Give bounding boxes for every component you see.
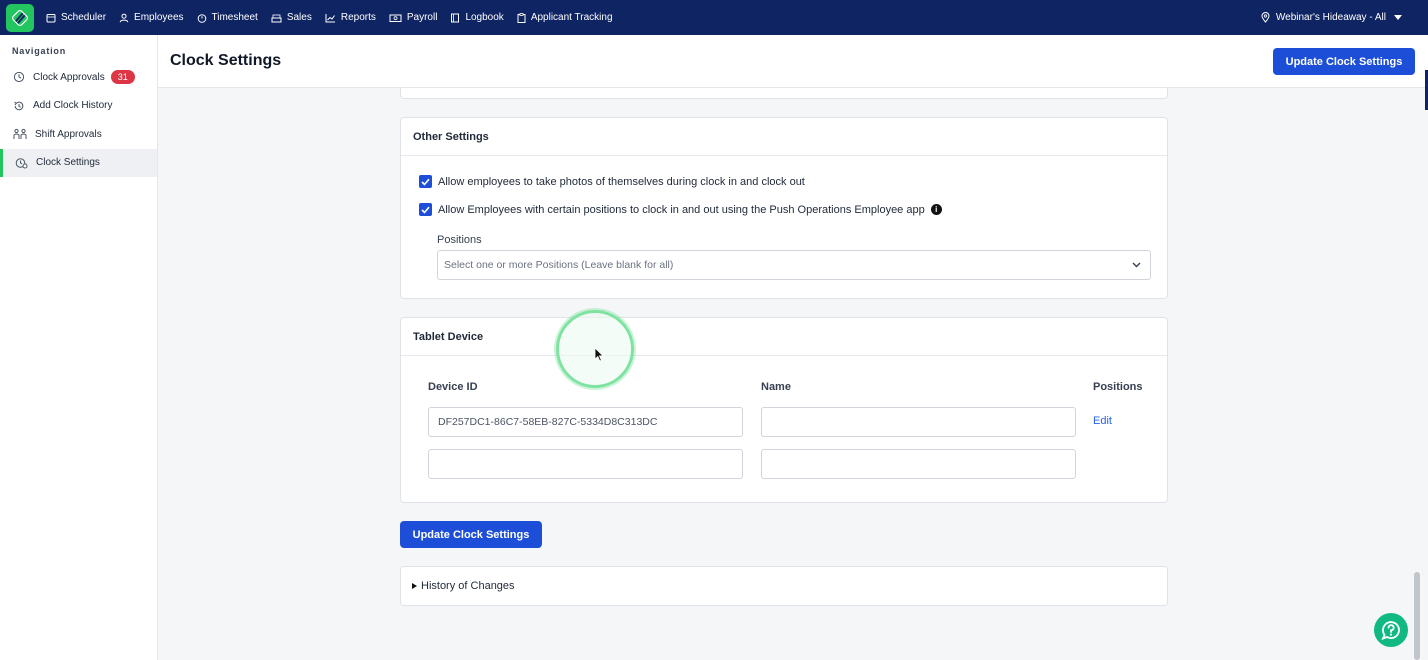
- mouse-cursor-icon: [594, 347, 604, 362]
- nav-applicant-tracking[interactable]: Applicant Tracking: [517, 12, 613, 23]
- swap-people-icon: [13, 129, 27, 140]
- sidebar-item-label: Shift Approvals: [35, 128, 102, 140]
- checkmark-icon: [421, 178, 430, 186]
- clipboard-icon: [517, 12, 526, 23]
- location-selector[interactable]: Webinar's Hideaway - All: [1261, 0, 1402, 35]
- nav-employees[interactable]: Employees: [119, 12, 184, 23]
- book-icon: [451, 13, 460, 22]
- app-logo[interactable]: [6, 3, 34, 32]
- sidebar-item-label: Add Clock History: [33, 100, 113, 112]
- nav-applicant-tracking-label: Applicant Tracking: [530, 12, 613, 23]
- nav-payroll-label: Payroll: [406, 12, 438, 23]
- device-name-input[interactable]: [761, 449, 1076, 479]
- device-id-input[interactable]: DF257DC1-86C7-58EB-827C-5334D8C313DC: [428, 407, 743, 437]
- stopwatch-icon: [197, 13, 206, 23]
- money-stack-icon: [271, 14, 282, 22]
- chart-line-icon: [325, 13, 335, 22]
- history-of-changes-toggle[interactable]: History of Changes: [400, 566, 1168, 606]
- page-header: Clock Settings Update Clock Settings: [158, 35, 1428, 88]
- page-title: Clock Settings: [170, 52, 282, 69]
- update-clock-settings-button-bottom[interactable]: Update Clock Settings: [400, 521, 542, 548]
- tablet-device-card: Tablet Device Device ID Name Positions D…: [400, 317, 1168, 503]
- checkmark-icon: [421, 206, 430, 214]
- name-column-header: Name: [761, 381, 791, 393]
- sidebar: Navigation Clock Approvals 31 Add Clock …: [0, 35, 158, 660]
- positions-select-placeholder: Select one or more Positions (Leave blan…: [444, 259, 674, 271]
- positions-column-header: Positions: [1093, 381, 1143, 393]
- device-name-input[interactable]: [761, 407, 1076, 437]
- positions-checkbox[interactable]: [419, 203, 432, 216]
- nav-sales-label: Sales: [286, 12, 312, 23]
- nav-logbook-label: Logbook: [465, 12, 504, 23]
- nav-scheduler[interactable]: Scheduler: [46, 12, 106, 23]
- history-icon: [14, 101, 24, 110]
- cash-icon: [389, 14, 402, 22]
- positions-label: Positions: [437, 234, 482, 246]
- clock-settings-icon: [15, 157, 28, 169]
- disclosure-triangle-icon: [412, 583, 417, 589]
- device-id-input[interactable]: [428, 449, 743, 479]
- approvals-count-badge: 31: [110, 70, 135, 85]
- tablet-device-title: Tablet Device: [401, 318, 1167, 356]
- help-chat-button[interactable]: [1374, 613, 1408, 647]
- edit-positions-link[interactable]: Edit: [1093, 415, 1112, 427]
- photos-checkbox[interactable]: [419, 175, 432, 188]
- positions-select[interactable]: Select one or more Positions (Leave blan…: [437, 250, 1151, 280]
- top-navigation-bar: Scheduler Employees Timesheet Sales Repo…: [0, 0, 1428, 35]
- previous-settings-card: [400, 88, 1168, 99]
- sidebar-item-shift-approvals[interactable]: Shift Approvals: [0, 120, 157, 149]
- map-pin-icon: [1261, 12, 1270, 23]
- history-of-changes-label: History of Changes: [421, 580, 515, 592]
- nav-sales[interactable]: Sales: [271, 12, 312, 23]
- chevron-down-icon: [1394, 15, 1402, 20]
- question-icon: [1381, 621, 1400, 641]
- location-label: Webinar's Hideaway - All: [1275, 12, 1386, 23]
- photos-checkbox-label: Allow employees to take photos of themse…: [438, 175, 805, 188]
- info-icon[interactable]: i: [930, 204, 942, 215]
- sidebar-item-label: Clock Settings: [36, 157, 100, 169]
- sidebar-heading: Navigation: [12, 46, 67, 56]
- user-icon: [119, 13, 129, 22]
- calendar-icon: [46, 13, 56, 22]
- nav-scheduler-label: Scheduler: [61, 12, 107, 23]
- sidebar-item-clock-approvals[interactable]: Clock Approvals 31: [0, 63, 157, 92]
- nav-reports[interactable]: Reports: [325, 12, 376, 23]
- sidebar-item-add-clock-history[interactable]: Add Clock History: [0, 92, 157, 121]
- nav-payroll[interactable]: Payroll: [389, 12, 438, 23]
- nav-employees-label: Employees: [134, 12, 184, 23]
- positions-checkbox-row: Allow Employees with certain positions t…: [419, 203, 942, 216]
- photos-checkbox-row: Allow employees to take photos of themse…: [419, 175, 805, 188]
- chevron-down-icon: [1132, 262, 1141, 268]
- nav-logbook[interactable]: Logbook: [450, 12, 504, 23]
- scrollbar-thumb[interactable]: [1414, 572, 1420, 660]
- other-settings-title: Other Settings: [401, 118, 1167, 156]
- device-id-column-header: Device ID: [428, 381, 478, 393]
- nav-reports-label: Reports: [340, 12, 376, 23]
- positions-checkbox-label: Allow Employees with certain positions t…: [438, 203, 925, 216]
- nav-timesheet[interactable]: Timesheet: [197, 12, 258, 23]
- other-settings-card: Other Settings Allow employees to take p…: [400, 117, 1168, 299]
- sidebar-item-clock-settings[interactable]: Clock Settings: [0, 148, 157, 177]
- sidebar-item-label: Clock Approvals: [33, 71, 105, 83]
- nav-timesheet-label: Timesheet: [211, 12, 258, 23]
- clock-icon: [13, 72, 25, 83]
- update-clock-settings-button-top[interactable]: Update Clock Settings: [1273, 48, 1415, 75]
